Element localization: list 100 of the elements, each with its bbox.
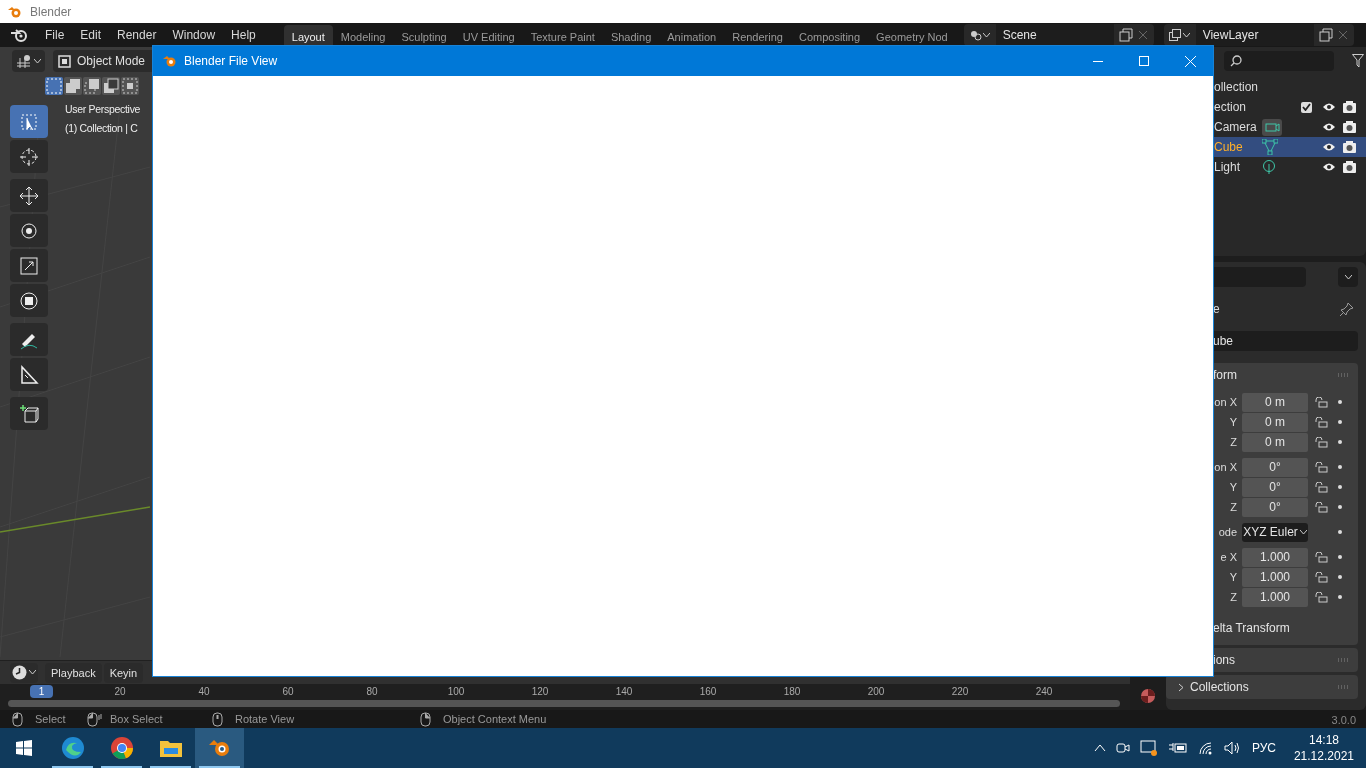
camera-icon[interactable]	[1343, 101, 1356, 113]
keyframe-dot-icon[interactable]	[1338, 555, 1342, 559]
rotation-mode-dropdown[interactable]: XYZ Euler	[1242, 522, 1308, 542]
number-field[interactable]: 0°	[1242, 497, 1308, 517]
number-field[interactable]: 1.000	[1242, 587, 1308, 607]
workspace-tab[interactable]: Rendering	[724, 25, 791, 47]
collapsed-panel[interactable]: Collections	[1166, 675, 1358, 699]
copy-icon[interactable]	[1118, 28, 1133, 42]
number-field[interactable]: 0 m	[1242, 432, 1308, 452]
filter-icon[interactable]	[1352, 54, 1364, 68]
caret-icon[interactable]	[29, 670, 36, 675]
keyframe-dot-icon[interactable]	[1338, 530, 1342, 534]
timeline-menu[interactable]: Playback	[45, 662, 102, 683]
tool-button[interactable]	[10, 179, 48, 212]
select-mode-button[interactable]	[121, 77, 139, 95]
menu-item[interactable]: File	[37, 26, 73, 44]
caret-icon[interactable]	[982, 32, 990, 38]
keyframe-dot-icon[interactable]	[1338, 485, 1342, 489]
wifi-icon[interactable]	[1197, 741, 1214, 755]
clock-icon[interactable]	[12, 665, 27, 680]
workspace-tab[interactable]: UV Editing	[454, 25, 523, 47]
padlock-icon[interactable]	[1315, 416, 1328, 428]
padlock-icon[interactable]	[1315, 436, 1328, 448]
tool-button[interactable]	[10, 284, 48, 317]
padlock-icon[interactable]	[1315, 501, 1328, 513]
padlock-icon[interactable]	[1315, 396, 1328, 408]
padlock-icon[interactable]	[1315, 461, 1328, 473]
workspace-tab[interactable]: Animation	[659, 25, 725, 47]
padlock-icon[interactable]	[1315, 551, 1328, 563]
tool-button[interactable]	[10, 358, 48, 391]
number-field[interactable]: 1.000	[1242, 567, 1308, 587]
checkbox[interactable]	[1301, 101, 1312, 113]
copy-icon[interactable]	[1318, 28, 1333, 42]
caret-icon[interactable]	[34, 58, 41, 64]
chevron-up-icon[interactable]	[1093, 744, 1106, 752]
workspace-tab[interactable]: Texture Paint	[522, 25, 603, 47]
current-frame-indicator[interactable]: 1	[30, 685, 53, 698]
layers-icon[interactable]	[1169, 29, 1183, 41]
scene-icon[interactable]	[969, 29, 982, 41]
tool-button[interactable]	[10, 323, 48, 356]
outliner-row[interactable]: Light	[1130, 157, 1366, 177]
tool-button[interactable]	[10, 397, 48, 430]
taskbar-app-button[interactable]	[195, 728, 244, 768]
menu-item[interactable]: Window	[164, 26, 224, 44]
number-field[interactable]: 0°	[1242, 457, 1308, 477]
padlock-icon[interactable]	[1315, 591, 1328, 603]
keyframe-dot-icon[interactable]	[1338, 400, 1342, 404]
camera-icon[interactable]	[1343, 141, 1356, 153]
keyframe-dot-icon[interactable]	[1338, 595, 1342, 599]
battery-plug-icon[interactable]	[1167, 742, 1188, 754]
search-field[interactable]	[1224, 51, 1334, 71]
menu-item[interactable]: Edit	[72, 26, 110, 44]
camera-icon[interactable]	[1115, 741, 1130, 755]
number-field[interactable]: 0°	[1242, 477, 1308, 497]
select-mode-button[interactable]	[83, 77, 101, 95]
outliner-row[interactable]: Camera	[1130, 117, 1366, 137]
timeline-scrollbar[interactable]	[8, 700, 1120, 707]
camera-icon[interactable]	[1343, 161, 1356, 173]
eye-icon[interactable]	[1322, 102, 1336, 112]
keyframe-dot-icon[interactable]	[1338, 465, 1342, 469]
tool-button[interactable]	[10, 214, 48, 247]
material-sphere-icon[interactable]	[1140, 688, 1156, 704]
keyframe-dot-icon[interactable]	[1338, 440, 1342, 444]
drag-handle-icon[interactable]	[1338, 373, 1350, 377]
workspace-tab[interactable]: Shading	[602, 25, 660, 47]
close-icon[interactable]	[1137, 30, 1148, 40]
eye-icon[interactable]	[1322, 162, 1336, 172]
keyframe-dot-icon[interactable]	[1338, 505, 1342, 509]
tool-button[interactable]	[10, 140, 48, 173]
workspace-tab[interactable]: Geometry Nod	[868, 25, 956, 47]
workspace-tab[interactable]: Sculpting	[393, 25, 455, 47]
close-icon[interactable]	[1337, 30, 1348, 40]
view-layer-field[interactable]: ViewLayer	[1195, 24, 1314, 46]
timeline-menu[interactable]: Keyin	[103, 662, 144, 683]
display-icon[interactable]	[1139, 740, 1158, 756]
eye-icon[interactable]	[1322, 142, 1336, 152]
editor-type-icon[interactable]	[16, 54, 32, 68]
scene-field[interactable]: Scene	[995, 24, 1114, 46]
workspace-tab[interactable]: Layout	[283, 25, 333, 47]
pin-icon[interactable]	[1340, 302, 1354, 316]
select-mode-button[interactable]	[102, 77, 120, 95]
workspace-tab[interactable]: Compositing	[790, 25, 869, 47]
number-field[interactable]: 0 m	[1242, 392, 1308, 412]
outliner-row[interactable]: ection	[1130, 97, 1366, 117]
dropdown-button[interactable]	[1338, 267, 1358, 287]
menu-item[interactable]: Help	[223, 26, 264, 44]
select-mode-button[interactable]	[64, 77, 82, 95]
keyframe-dot-icon[interactable]	[1338, 420, 1342, 424]
blender-logo-icon[interactable]	[11, 28, 27, 42]
caret-icon[interactable]	[1183, 32, 1191, 38]
number-field[interactable]: 1.000	[1242, 547, 1308, 567]
padlock-icon[interactable]	[1315, 571, 1328, 583]
language-indicator[interactable]: РУС	[1251, 739, 1276, 757]
clock[interactable]: 14:18 21.12.2021	[1293, 732, 1354, 764]
workspace-tab[interactable]: Modeling	[332, 25, 394, 47]
padlock-icon[interactable]	[1315, 481, 1328, 493]
eye-icon[interactable]	[1322, 122, 1336, 132]
speaker-icon[interactable]	[1223, 741, 1242, 755]
camera-icon[interactable]	[1343, 121, 1356, 133]
keyframe-dot-icon[interactable]	[1338, 575, 1342, 579]
